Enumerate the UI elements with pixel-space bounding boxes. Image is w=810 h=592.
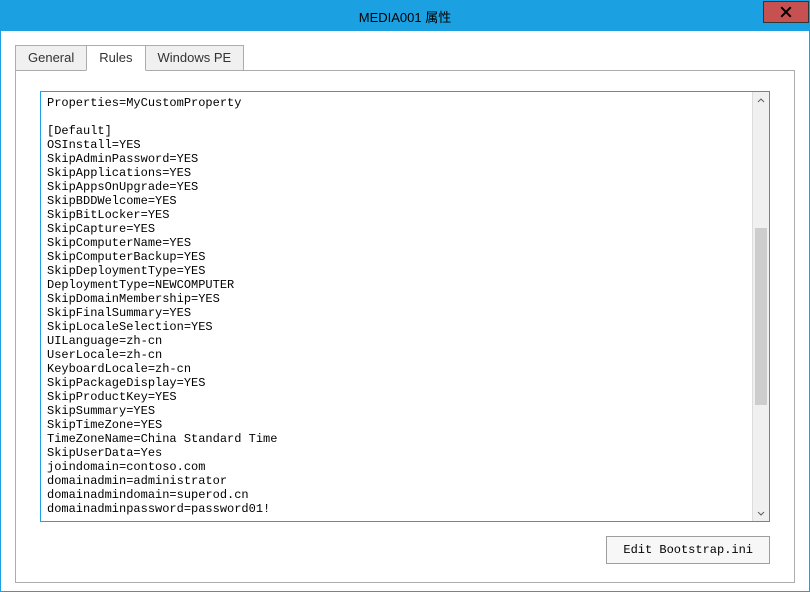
tab-windows-pe[interactable]: Windows PE <box>145 45 245 71</box>
scroll-up-button[interactable] <box>753 92 769 109</box>
tab-rules[interactable]: Rules <box>86 45 145 71</box>
edit-bootstrap-button[interactable]: Edit Bootstrap.ini <box>606 536 770 564</box>
close-button[interactable] <box>763 1 809 23</box>
tab-general[interactable]: General <box>15 45 87 71</box>
properties-window: MEDIA001 属性 General Rules Windows PE Pro… <box>0 0 810 592</box>
tab-panel-rules: Properties=MyCustomProperty [Default] OS… <box>15 70 795 583</box>
content-area: General Rules Windows PE Properties=MyCu… <box>1 31 809 591</box>
rules-text-container: Properties=MyCustomProperty [Default] OS… <box>40 91 770 522</box>
scroll-track[interactable] <box>753 109 769 504</box>
scroll-down-button[interactable] <box>753 504 769 521</box>
close-icon <box>780 6 792 18</box>
titlebar: MEDIA001 属性 <box>1 1 809 31</box>
button-row: Edit Bootstrap.ini <box>40 536 770 564</box>
window-title: MEDIA001 属性 <box>359 7 451 26</box>
scroll-thumb[interactable] <box>755 228 767 406</box>
chevron-up-icon <box>757 97 765 105</box>
rules-textarea[interactable]: Properties=MyCustomProperty [Default] OS… <box>41 92 752 521</box>
vertical-scrollbar[interactable] <box>752 92 769 521</box>
chevron-down-icon <box>757 509 765 517</box>
tab-strip: General Rules Windows PE <box>15 45 795 71</box>
